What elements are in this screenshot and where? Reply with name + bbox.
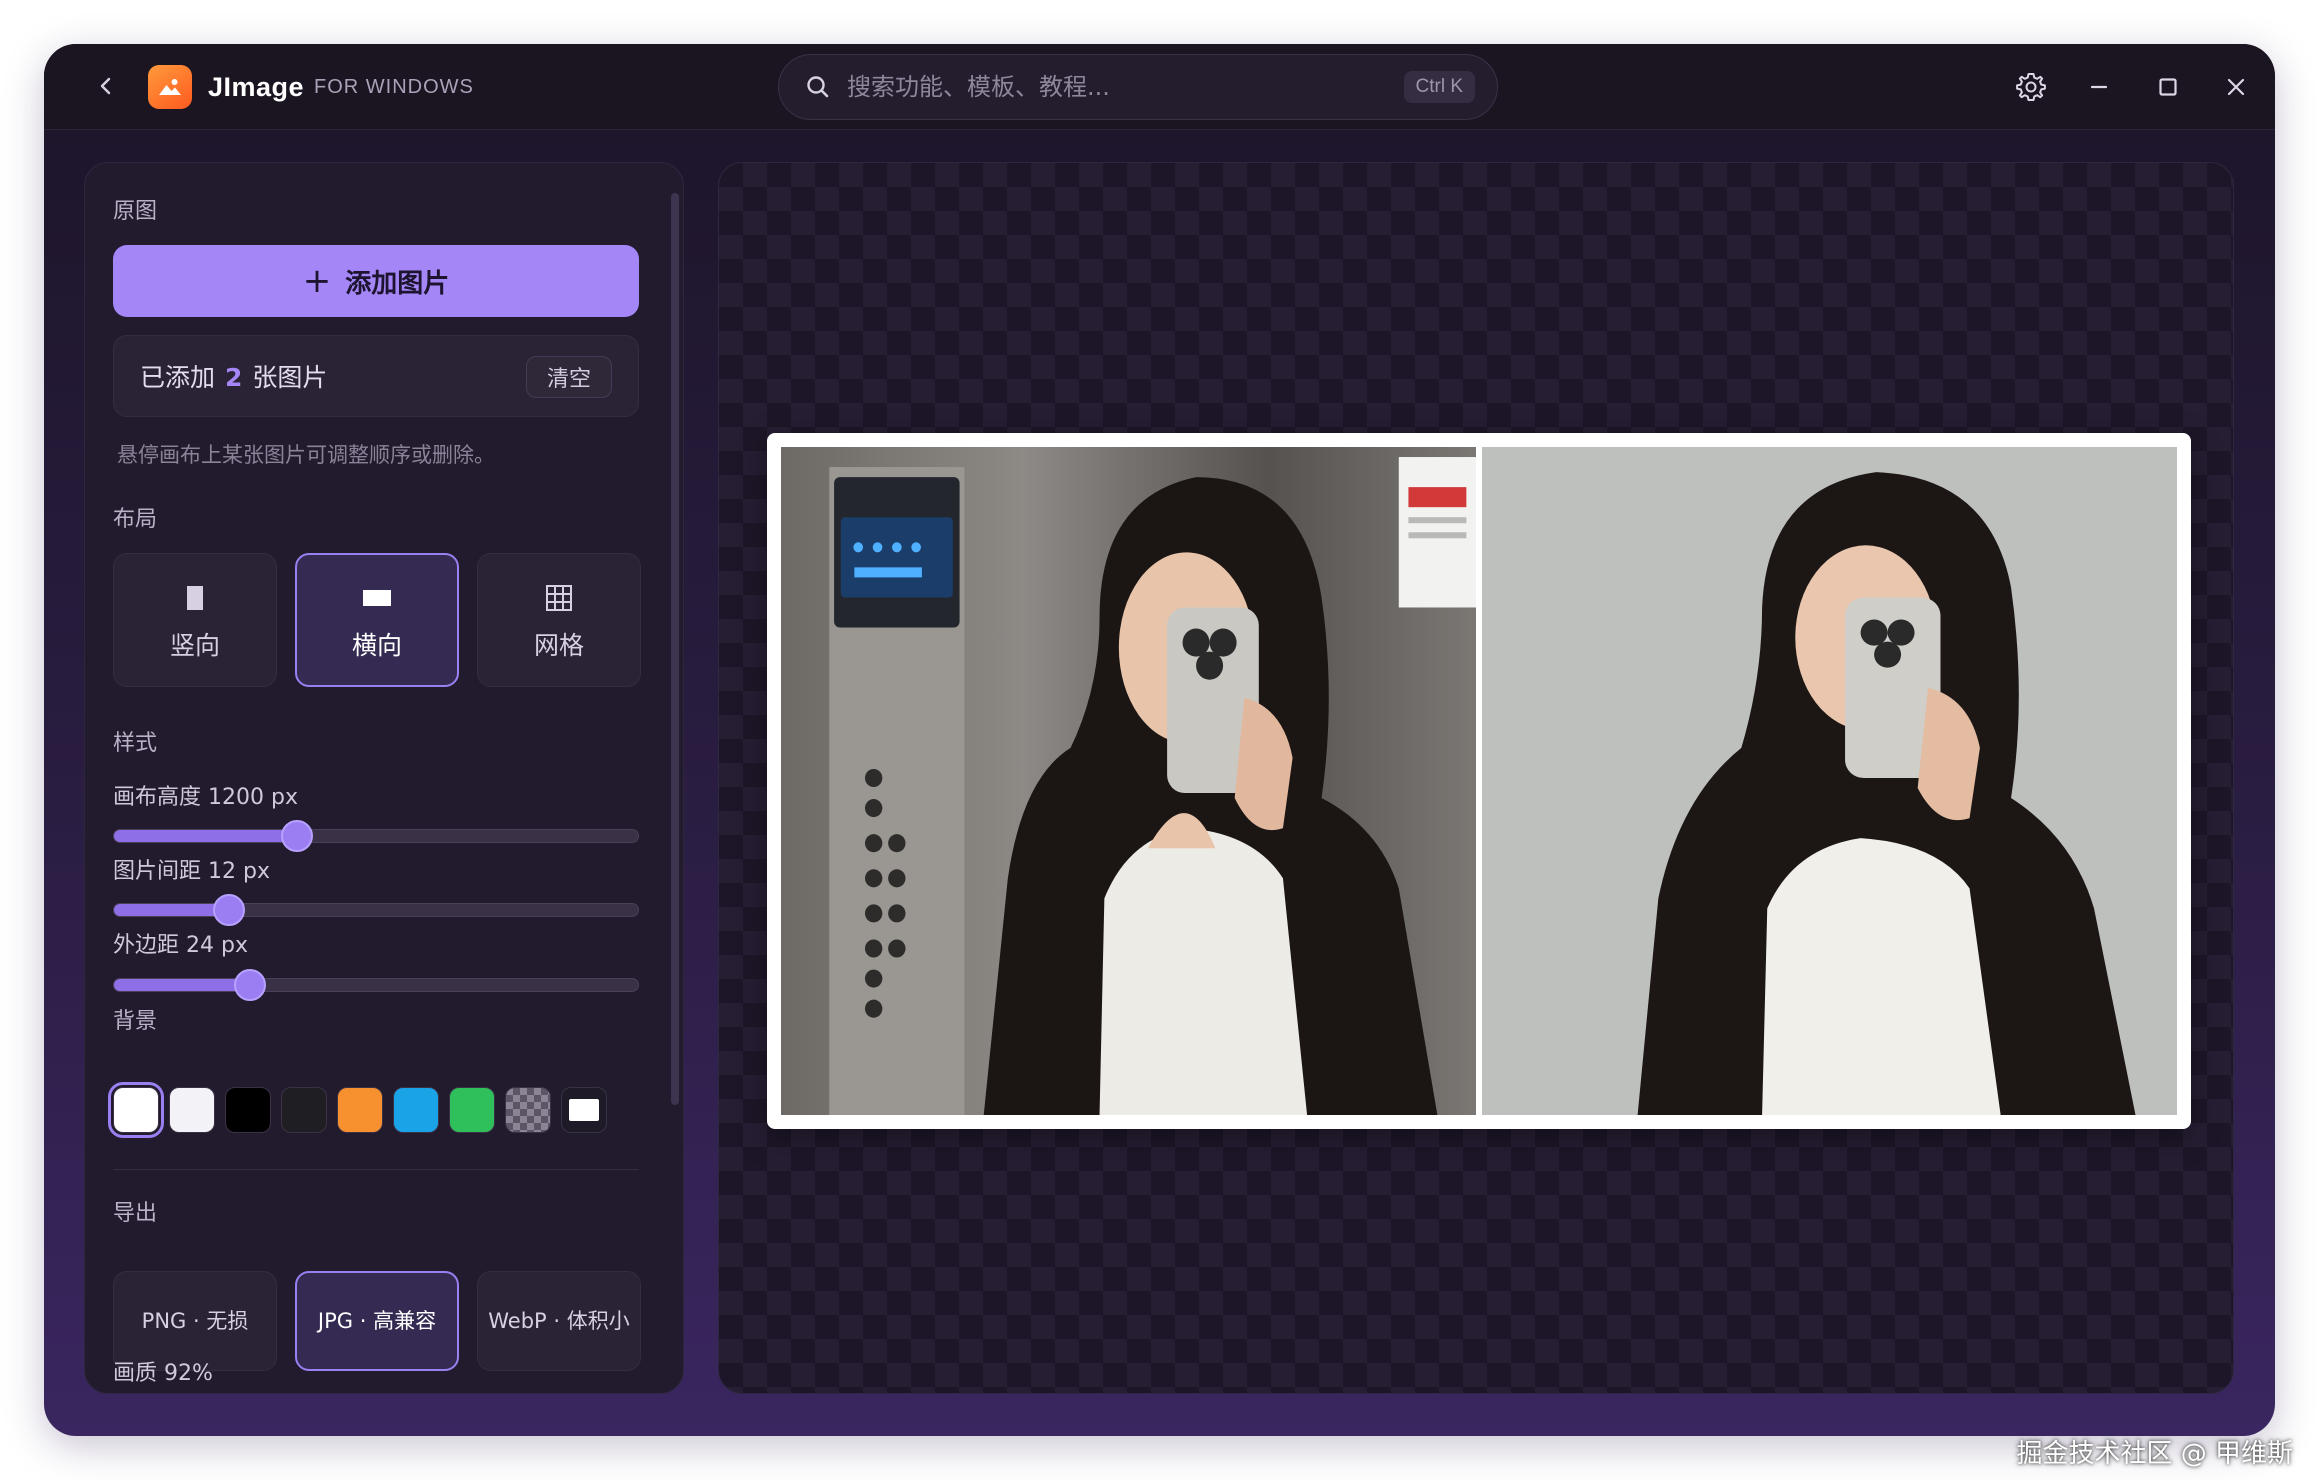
close-icon <box>2227 78 2245 96</box>
slider-handle[interactable] <box>213 894 246 926</box>
plus-icon: + <box>302 261 332 301</box>
swatch-black[interactable] <box>225 1087 271 1133</box>
title-bar: JImage FOR WINDOWS Ctrl K <box>44 44 2275 130</box>
swatch-white[interactable] <box>108 1082 164 1138</box>
background-swatches <box>108 1082 607 1138</box>
image-gap-label: 图片间距 12 px <box>113 859 270 884</box>
canvas-height-slider[interactable] <box>113 820 639 852</box>
source-section-label: 原图 <box>113 199 158 224</box>
slider-handle[interactable] <box>281 820 314 852</box>
added-prefix: 已添加 <box>140 363 216 392</box>
canvas-preview[interactable] <box>718 162 2234 1394</box>
watermark: 掘金技术社区 @ 甲维斯 <box>2016 1439 2293 1469</box>
added-suffix: 张图片 <box>252 363 328 392</box>
added-text: 已添加 2 张图片 <box>140 358 327 394</box>
minimize-icon <box>2090 85 2108 89</box>
search-bar[interactable]: Ctrl K <box>778 54 1498 120</box>
layout-section-label: 布局 <box>113 507 158 532</box>
background-section-label: 背景 <box>113 1009 158 1034</box>
white-frame-icon <box>569 1099 599 1121</box>
close-button[interactable] <box>2215 66 2257 108</box>
format-webp-button[interactable]: WebP · 体积小 <box>477 1271 641 1371</box>
format-jpg-label: JPG · 高兼容 <box>317 1308 437 1333</box>
layout-grid-label: 网格 <box>533 631 584 660</box>
layout-vertical-label: 竖向 <box>169 631 220 660</box>
added-count: 2 <box>225 363 243 392</box>
collage-image-2[interactable] <box>1482 447 2177 1115</box>
layout-horizontal-label: 横向 <box>351 631 402 660</box>
format-jpg-button[interactable]: JPG · 高兼容 <box>295 1271 459 1371</box>
format-png-label: PNG · 无损 <box>141 1308 249 1333</box>
swatch-dark-gray[interactable] <box>281 1087 327 1133</box>
photo-elevator-selfie <box>781 447 1476 1115</box>
export-section-label: 导出 <box>113 1201 158 1226</box>
shortcut-hint: Ctrl K <box>1403 71 1475 103</box>
layout-vertical-button[interactable]: 竖向 <box>113 553 277 687</box>
clear-button[interactable]: 清空 <box>525 356 612 398</box>
slider-fill <box>114 830 298 842</box>
swatch-green[interactable] <box>449 1087 495 1133</box>
section-divider <box>113 1169 639 1170</box>
scrollbar[interactable] <box>671 193 679 1105</box>
settings-button[interactable] <box>2010 66 2052 108</box>
gear-icon <box>2016 73 2046 101</box>
vertical-layout-icon <box>185 578 205 618</box>
outer-margin-slider[interactable] <box>113 969 639 1001</box>
grid-layout-icon <box>545 578 573 618</box>
format-webp-label: WebP · 体积小 <box>488 1308 630 1333</box>
chevron-left-icon <box>100 77 111 95</box>
canvas-height-label: 画布高度 1200 px <box>113 785 298 810</box>
maximize-button[interactable] <box>2147 66 2189 108</box>
photo-wall-selfie <box>1482 447 2177 1115</box>
collage-image-1[interactable] <box>781 447 1476 1115</box>
app-window: JImage FOR WINDOWS Ctrl K <box>44 44 2275 1436</box>
search-icon <box>803 72 833 102</box>
layout-horizontal-button[interactable]: 横向 <box>295 553 459 687</box>
swatch-transparent[interactable] <box>505 1087 551 1133</box>
maximize-icon <box>2159 78 2177 96</box>
collage-preview[interactable] <box>767 433 2191 1129</box>
image-icon <box>159 79 181 95</box>
back-button[interactable] <box>86 66 126 106</box>
minimize-button[interactable] <box>2078 66 2120 108</box>
reorder-hint: 悬停画布上某张图片可调整顺序或删除。 <box>117 443 495 467</box>
slider-fill <box>114 979 251 991</box>
outer-margin-label: 外边距 24 px <box>113 933 248 958</box>
search-input[interactable] <box>847 73 1404 101</box>
image-gap-slider[interactable] <box>113 894 639 926</box>
swatch-orange[interactable] <box>337 1087 383 1133</box>
add-image-button[interactable]: + 添加图片 <box>113 245 639 317</box>
style-section-label: 样式 <box>113 731 158 756</box>
settings-panel: 原图 + 添加图片 已添加 2 张图片 清空 悬停画布上某张图片可调整顺序或删除。 … <box>84 162 684 1394</box>
add-image-label: 添加图片 <box>345 268 450 299</box>
horizontal-layout-icon <box>362 578 392 618</box>
slider-handle[interactable] <box>234 969 267 1001</box>
added-images-summary: 已添加 2 张图片 清空 <box>113 335 639 417</box>
app-platform: FOR WINDOWS <box>314 76 474 98</box>
swatch-blue[interactable] <box>393 1087 439 1133</box>
layout-grid-button[interactable]: 网格 <box>477 553 641 687</box>
app-logo <box>148 65 192 109</box>
swatch-light-gray[interactable] <box>169 1087 215 1133</box>
quality-label: 画质 92% <box>113 1361 213 1386</box>
slider-fill <box>114 904 230 916</box>
swatch-white-frame[interactable] <box>561 1087 607 1133</box>
app-name: JImage <box>208 72 305 102</box>
